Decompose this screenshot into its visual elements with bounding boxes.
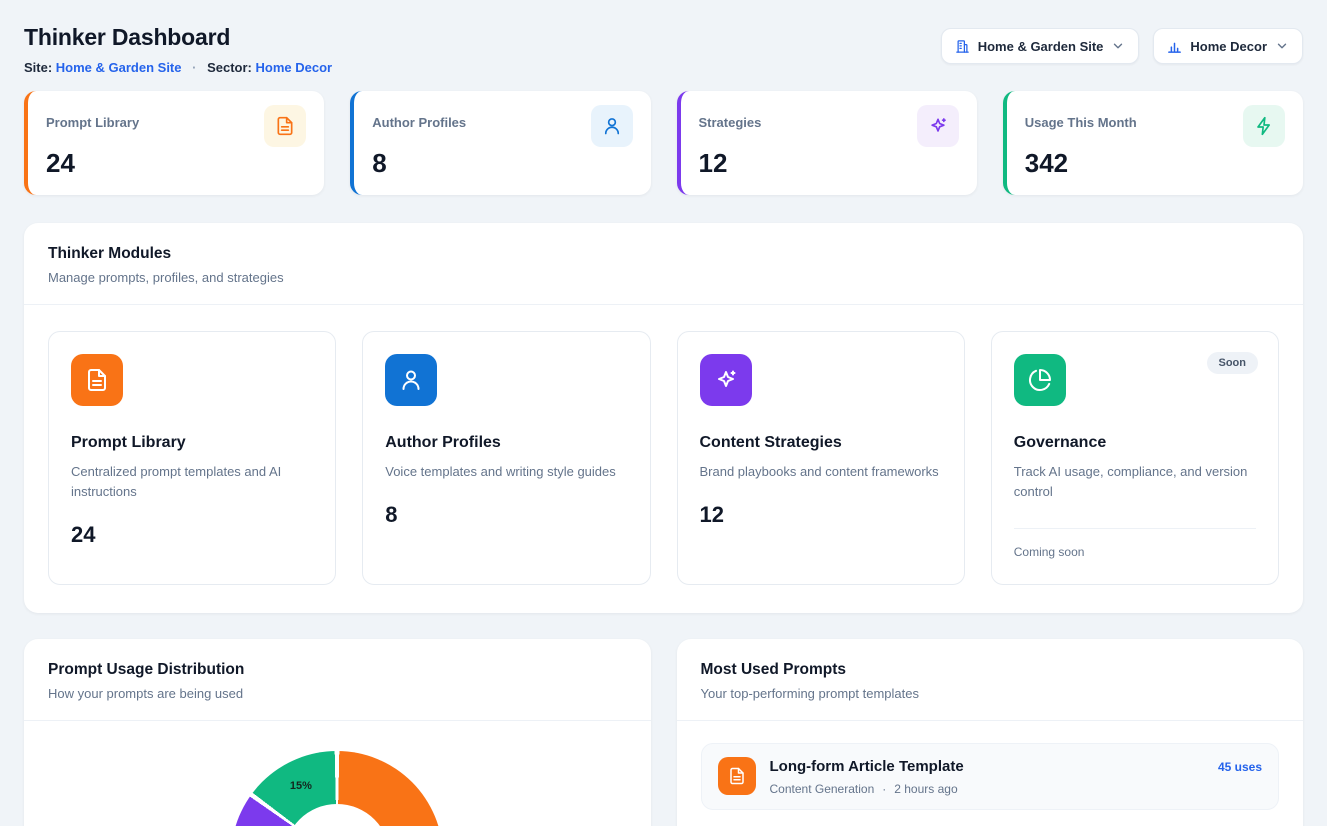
title-block: Thinker Dashboard Site: Home & Garden Si… bbox=[24, 24, 332, 75]
prompt-uses-badge: 45 uses bbox=[1218, 757, 1262, 774]
module-description: Brand playbooks and content frameworks bbox=[700, 462, 942, 482]
prompt-title: Long-form Article Template bbox=[770, 758, 1204, 775]
stat-label: Author Profiles bbox=[372, 105, 466, 130]
module-count: 24 bbox=[71, 522, 313, 548]
sector-label: Sector: bbox=[207, 60, 252, 75]
prompts-card-header: Most Used Prompts Your top-performing pr… bbox=[677, 639, 1304, 720]
stat-label: Usage This Month bbox=[1025, 105, 1137, 130]
site-sector-breadcrumb: Site: Home & Garden Site · Sector: Home … bbox=[24, 60, 332, 75]
prompt-usage-distribution-card: Prompt Usage Distribution How your promp… bbox=[24, 639, 651, 826]
stats-row: Prompt Library 24 Author Profiles 8 Stra… bbox=[24, 91, 1303, 195]
modules-header: Thinker Modules Manage prompts, profiles… bbox=[24, 223, 1303, 304]
modules-title: Thinker Modules bbox=[48, 245, 1279, 263]
module-count: 12 bbox=[700, 502, 942, 528]
module-card-author-profiles[interactable]: Author Profiles Voice templates and writ… bbox=[362, 331, 650, 585]
module-card-prompt-library[interactable]: Prompt Library Centralized prompt templa… bbox=[48, 331, 336, 585]
module-title: Content Strategies bbox=[700, 434, 942, 452]
usage-card-subtitle: How your prompts are being used bbox=[48, 686, 627, 701]
separator-dot: · bbox=[192, 60, 196, 75]
module-card-governance[interactable]: Soon Governance Track AI usage, complian… bbox=[991, 331, 1279, 585]
header-selectors: Home & Garden Site Home Decor bbox=[941, 24, 1303, 64]
soon-badge: Soon bbox=[1207, 352, 1259, 374]
sector-selector-dropdown[interactable]: Home Decor bbox=[1153, 28, 1303, 64]
module-count: 8 bbox=[385, 502, 627, 528]
stat-card-author-profiles: Author Profiles 8 bbox=[350, 91, 650, 195]
building-icon bbox=[955, 39, 970, 54]
donut-chart-area: 15% bbox=[24, 721, 651, 826]
pie-chart-icon bbox=[1014, 354, 1066, 406]
usage-card-header: Prompt Usage Distribution How your promp… bbox=[24, 639, 651, 720]
sparkle-star-icon bbox=[917, 105, 959, 147]
stat-card-prompt-library: Prompt Library 24 bbox=[24, 91, 324, 195]
modules-grid: Prompt Library Centralized prompt templa… bbox=[24, 305, 1303, 613]
sector-link[interactable]: Home Decor bbox=[256, 60, 333, 75]
thinker-modules-section: Thinker Modules Manage prompts, profiles… bbox=[24, 223, 1303, 613]
module-title: Author Profiles bbox=[385, 434, 627, 452]
stat-value: 24 bbox=[46, 148, 306, 179]
site-label: Site: bbox=[24, 60, 52, 75]
chevron-down-icon bbox=[1275, 39, 1289, 53]
lightning-icon bbox=[1243, 105, 1285, 147]
stat-value: 342 bbox=[1025, 148, 1285, 179]
donut-hole bbox=[284, 804, 390, 826]
usage-card-title: Prompt Usage Distribution bbox=[48, 661, 627, 679]
document-icon bbox=[71, 354, 123, 406]
prompt-list-item[interactable]: Long-form Article Template Content Gener… bbox=[701, 743, 1280, 810]
module-description: Voice templates and writing style guides bbox=[385, 462, 627, 482]
bottom-row: Prompt Usage Distribution How your promp… bbox=[24, 639, 1303, 826]
user-icon bbox=[591, 105, 633, 147]
thinker-dashboard-page: Thinker Dashboard Site: Home & Garden Si… bbox=[0, 0, 1327, 826]
user-icon bbox=[385, 354, 437, 406]
site-link[interactable]: Home & Garden Site bbox=[56, 60, 182, 75]
chevron-down-icon bbox=[1111, 39, 1125, 53]
stat-card-usage: Usage This Month 342 bbox=[1003, 91, 1303, 195]
separator-dot: · bbox=[882, 782, 886, 796]
prompts-card-subtitle: Your top-performing prompt templates bbox=[701, 686, 1280, 701]
prompt-time: 2 hours ago bbox=[894, 782, 957, 796]
sparkle-star-icon bbox=[700, 354, 752, 406]
page-title: Thinker Dashboard bbox=[24, 24, 332, 51]
prompt-category: Content Generation bbox=[770, 782, 875, 796]
module-description: Track AI usage, compliance, and version … bbox=[1014, 462, 1256, 502]
prompt-usage-donut-chart: 15% bbox=[231, 751, 443, 826]
most-used-prompts-card: Most Used Prompts Your top-performing pr… bbox=[677, 639, 1304, 826]
stat-label: Strategies bbox=[699, 105, 762, 130]
document-icon bbox=[718, 757, 756, 795]
module-card-content-strategies[interactable]: Content Strategies Brand playbooks and c… bbox=[677, 331, 965, 585]
site-selector-value: Home & Garden Site bbox=[978, 39, 1104, 54]
document-icon bbox=[264, 105, 306, 147]
module-title: Governance bbox=[1014, 434, 1256, 452]
module-title: Prompt Library bbox=[71, 434, 313, 452]
bar-chart-icon bbox=[1167, 39, 1182, 54]
prompts-card-title: Most Used Prompts bbox=[701, 661, 1280, 679]
header: Thinker Dashboard Site: Home & Garden Si… bbox=[24, 24, 1303, 75]
donut-segment-label: 15% bbox=[290, 780, 312, 792]
stat-value: 12 bbox=[699, 148, 959, 179]
stat-card-strategies: Strategies 12 bbox=[677, 91, 977, 195]
divider bbox=[677, 720, 1304, 721]
stat-label: Prompt Library bbox=[46, 105, 139, 130]
module-description: Centralized prompt templates and AI inst… bbox=[71, 462, 313, 502]
divider bbox=[1014, 528, 1256, 529]
prompt-meta: Content Generation · 2 hours ago bbox=[770, 782, 1204, 796]
coming-soon-label: Coming soon bbox=[1014, 545, 1256, 559]
modules-subtitle: Manage prompts, profiles, and strategies bbox=[48, 270, 1279, 285]
sector-selector-value: Home Decor bbox=[1190, 39, 1267, 54]
prompt-info: Long-form Article Template Content Gener… bbox=[770, 757, 1204, 796]
stat-value: 8 bbox=[372, 148, 632, 179]
site-selector-dropdown[interactable]: Home & Garden Site bbox=[941, 28, 1140, 64]
